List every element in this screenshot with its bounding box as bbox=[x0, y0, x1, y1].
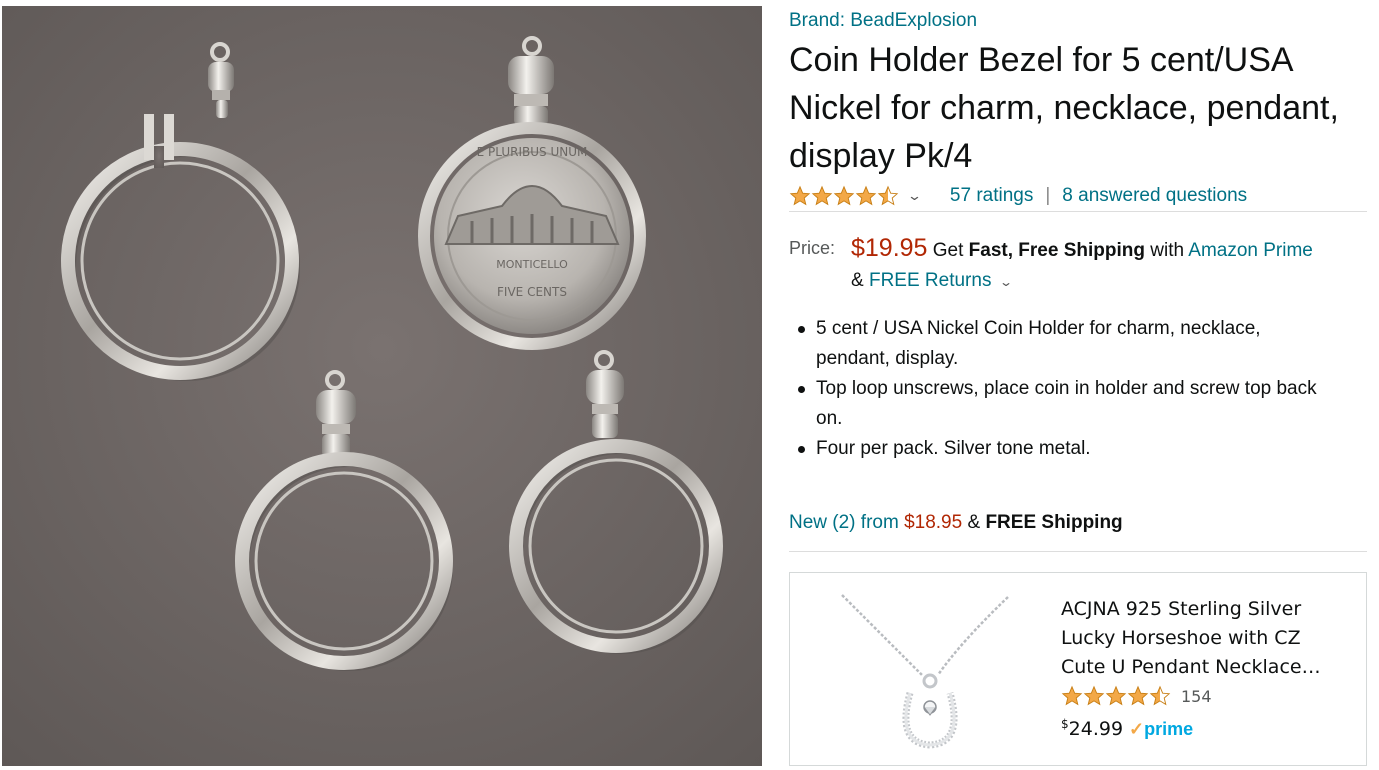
chevron-down-icon[interactable]: ⌄ bbox=[999, 275, 1013, 289]
new-offers-link[interactable]: New (2) from $18.95 bbox=[789, 512, 962, 533]
returns-prefix: & bbox=[851, 270, 864, 291]
price-value: $19.95 bbox=[851, 234, 928, 262]
sponsored-product-card[interactable]: ACJNA 925 Sterling Silver Lucky Horsesho… bbox=[789, 572, 1367, 766]
feature-bullet: Top loop unscrews, place coin in holder … bbox=[789, 374, 1329, 434]
amazon-prime-link[interactable]: Amazon Prime bbox=[1188, 240, 1313, 261]
returns-line: & FREE Returns ⌄ bbox=[851, 270, 1014, 292]
offers-price: $18.95 bbox=[904, 512, 963, 533]
feature-bullet: Four per pack. Silver tone metal. bbox=[789, 434, 1329, 464]
prime-check-icon: ✓ bbox=[1129, 719, 1145, 739]
star-icon bbox=[1127, 685, 1149, 706]
product-title: Coin Holder Bezel for 5 cent/USA Nickel … bbox=[789, 41, 1339, 175]
shipping-prefix: Get bbox=[932, 240, 964, 261]
necklace-image[interactable] bbox=[830, 583, 1020, 755]
sponsored-rating-count[interactable]: 154 bbox=[1181, 687, 1212, 706]
coin-motto: E PLURIBUS UNUM bbox=[477, 145, 588, 159]
price-label: Price: bbox=[789, 238, 836, 258]
other-offers: New (2) from $18.95 & FREE Shipping bbox=[789, 509, 1367, 552]
star-icon bbox=[811, 185, 833, 205]
star-icon bbox=[1061, 685, 1083, 706]
star-icon bbox=[855, 185, 877, 205]
feature-bullet: 5 cent / USA Nickel Coin Holder for char… bbox=[789, 314, 1329, 374]
offers-free-shipping: FREE Shipping bbox=[985, 512, 1123, 533]
rating-row: ⌄ 57 ratings | 8 answered questions bbox=[789, 182, 1367, 212]
shipping-with: with bbox=[1150, 240, 1185, 261]
sponsored-price-row: $ 24.99 ✓ prime bbox=[1061, 717, 1193, 740]
star-icon bbox=[1083, 685, 1105, 706]
answered-questions-link[interactable]: 8 answered questions bbox=[1062, 185, 1247, 207]
star-icon bbox=[789, 185, 811, 205]
fast-free-shipping: Fast, Free Shipping bbox=[968, 240, 1145, 261]
sponsored-price: 24.99 bbox=[1068, 718, 1124, 740]
star-icon bbox=[833, 185, 855, 205]
free-returns-link[interactable]: FREE Returns bbox=[869, 270, 991, 291]
ratings-link[interactable]: 57 ratings bbox=[950, 185, 1033, 207]
price-currency: $ bbox=[1061, 717, 1069, 731]
product-details: Brand: BeadExplosion Coin Holder Bezel f… bbox=[789, 8, 1367, 552]
prime-badge: ✓ prime bbox=[1129, 719, 1193, 740]
prime-label: prime bbox=[1144, 719, 1194, 739]
chevron-down-icon[interactable]: ⌄ bbox=[907, 188, 922, 204]
sponsored-product-title[interactable]: ACJNA 925 Sterling Silver Lucky Horsesho… bbox=[1061, 595, 1351, 682]
price-block: Price: $19.95 Get Fast, Free Shipping wi… bbox=[789, 234, 1367, 302]
offers-connector: & bbox=[967, 512, 981, 533]
star-half-icon bbox=[877, 185, 899, 205]
sponsored-rating[interactable]: 154 bbox=[1061, 685, 1212, 707]
coin-holders-photo: E PLURIBUS UNUM MONTICELLO FIVE CENTS bbox=[2, 6, 762, 766]
price-line: $19.95 Get Fast, Free Shipping with Amaz… bbox=[851, 234, 1313, 263]
star-icon bbox=[1105, 685, 1127, 706]
separator: | bbox=[1045, 184, 1051, 206]
offers-link-text: New (2) from bbox=[789, 512, 899, 533]
star-half-icon bbox=[1149, 685, 1171, 706]
coin-building-name: MONTICELLO bbox=[496, 258, 568, 271]
star-rating[interactable] bbox=[789, 185, 899, 207]
product-main-image[interactable]: E PLURIBUS UNUM MONTICELLO FIVE CENTS bbox=[2, 6, 762, 766]
feature-bullets: 5 cent / USA Nickel Coin Holder for char… bbox=[789, 314, 1329, 464]
coin-denomination: FIVE CENTS bbox=[497, 285, 567, 299]
brand-link[interactable]: Brand: BeadExplosion bbox=[789, 8, 977, 34]
